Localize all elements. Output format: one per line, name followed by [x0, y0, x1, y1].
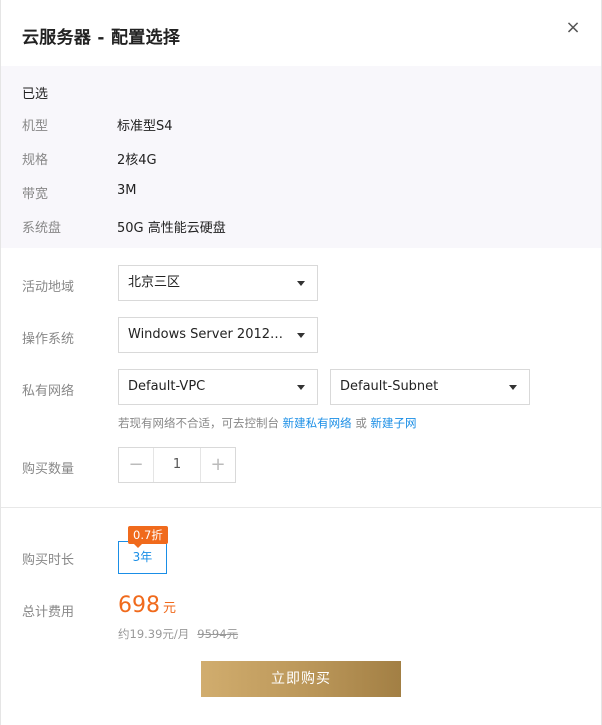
discount-badge: 0.7折 [128, 526, 168, 548]
total-price-value: 698 [118, 593, 160, 618]
price-detail: 约19.39元/月 9594元 [118, 626, 238, 642]
caret-down-icon [297, 385, 305, 390]
caret-down-icon [297, 281, 305, 286]
duration-option-3y[interactable]: 3年 [118, 541, 167, 574]
quantity-input[interactable]: 1 [154, 448, 200, 482]
network-hint-or: 或 [355, 416, 367, 430]
total-price-unit: 元 [163, 601, 177, 616]
dialog-header: 云服务器 - 配置选择 × [1, 0, 601, 66]
create-vpc-link[interactable]: 新建私有网络 [283, 416, 352, 430]
duration-label: 购买时长 [22, 553, 75, 568]
network-hint: 若现有网络不合适，可去控制台 新建私有网络 或 新建子网 [118, 415, 416, 431]
os-select-value: Windows Server 2012… [128, 327, 283, 342]
network-label: 私有网络 [22, 384, 75, 399]
selected-label-spec: 规格 [22, 153, 49, 168]
quantity-label: 购买数量 [22, 462, 75, 477]
selected-heading: 已选 [22, 87, 49, 102]
caret-down-icon [509, 385, 517, 390]
close-icon[interactable]: × [563, 18, 583, 38]
subnet-select-value: Default-Subnet [340, 379, 439, 394]
caret-down-icon [297, 333, 305, 338]
region-label: 活动地域 [22, 280, 75, 295]
quantity-stepper: − 1 + [118, 447, 236, 483]
create-subnet-link[interactable]: 新建子网 [370, 416, 416, 430]
total-label: 总计费用 [22, 605, 75, 620]
vpc-select[interactable]: Default-VPC [118, 369, 318, 405]
selected-label-bandwidth: 带宽 [22, 187, 49, 202]
selected-value-spec: 2核4G [117, 153, 157, 168]
selected-summary: 已选 机型 标准型S4 规格 2核4G 带宽 3M 系统盘 50G 高性能云硬盘 [1, 66, 601, 248]
minus-icon[interactable]: − [119, 448, 154, 482]
os-select[interactable]: Windows Server 2012… [118, 317, 318, 353]
vpc-select-value: Default-VPC [128, 379, 206, 394]
config-dialog: 云服务器 - 配置选择 × 已选 机型 标准型S4 规格 2核4G 带宽 3M … [0, 0, 602, 725]
monthly-price: 约19.39元/月 [118, 627, 190, 641]
buy-now-button[interactable]: 立即购买 [201, 661, 401, 697]
original-price: 9594元 [197, 627, 239, 641]
network-hint-text: 若现有网络不合适，可去控制台 [118, 416, 279, 430]
selected-label-disk: 系统盘 [22, 221, 62, 236]
region-select-value: 北京三区 [128, 275, 181, 290]
selected-label-model: 机型 [22, 119, 49, 134]
subnet-select[interactable]: Default-Subnet [330, 369, 530, 405]
dialog-title: 云服务器 - 配置选择 [22, 28, 181, 48]
os-label: 操作系统 [22, 332, 75, 347]
total-price: 698 元 [118, 593, 176, 618]
selected-value-model: 标准型S4 [117, 119, 173, 134]
selected-value-bandwidth: 3M [117, 183, 137, 198]
plus-icon[interactable]: + [200, 448, 235, 482]
selected-value-disk: 50G 高性能云硬盘 [117, 221, 226, 236]
region-select[interactable]: 北京三区 [118, 265, 318, 301]
